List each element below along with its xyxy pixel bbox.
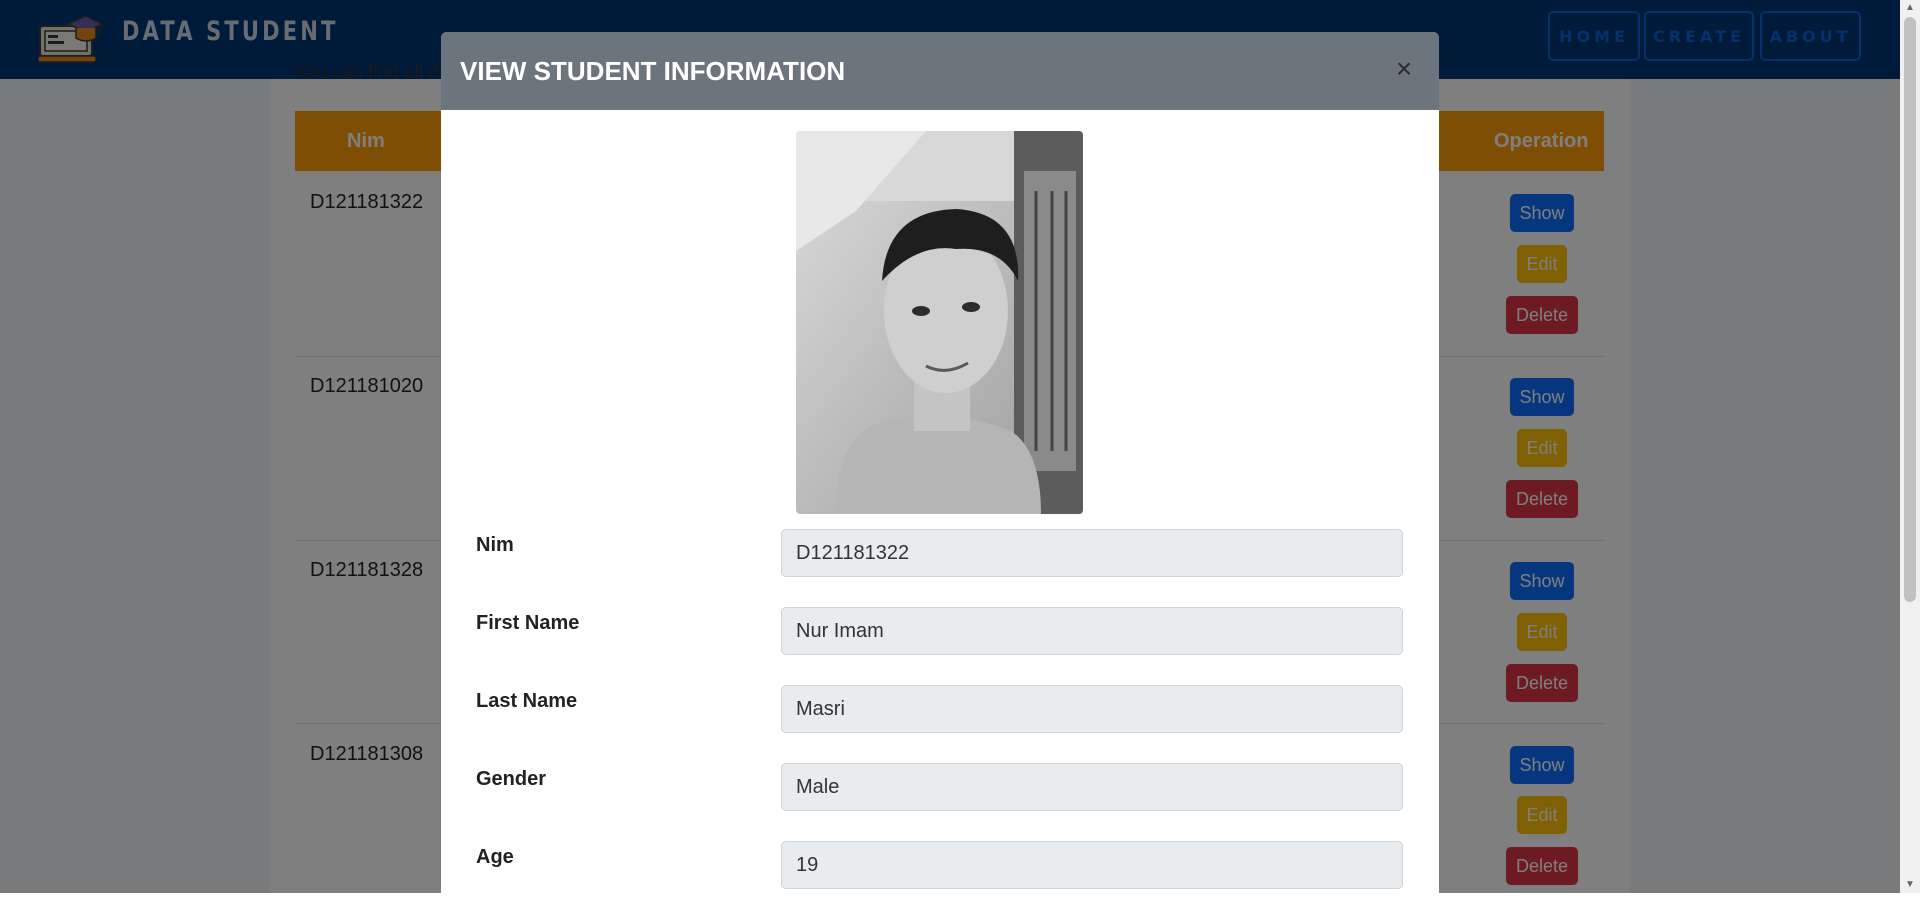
gender-field[interactable] [781, 763, 1403, 811]
field-label-last-name: Last Name [476, 690, 578, 712]
field-label-nim: Nim [476, 534, 514, 556]
view-student-modal: VIEW STUDENT INFORMATION × Nim D12118132… [441, 32, 1439, 912]
modal-header: VIEW STUDENT INFORMATION × [441, 32, 1439, 110]
student-photo [796, 131, 1083, 514]
close-icon[interactable]: × [1387, 52, 1421, 86]
scroll-down-icon[interactable]: ▼ [1900, 877, 1920, 893]
age-field[interactable] [781, 841, 1403, 889]
page-scrollbar[interactable]: ▲ ▼ [1900, 0, 1920, 893]
scroll-up-icon[interactable]: ▲ [1900, 0, 1920, 16]
field-label-age: Age [476, 846, 514, 868]
field-label-first-name: First Name [476, 612, 580, 634]
scroll-thumb[interactable] [1904, 17, 1916, 602]
nim-field[interactable] [781, 529, 1403, 577]
modal-title: VIEW STUDENT INFORMATION [460, 56, 846, 86]
first-name-field[interactable] [781, 607, 1403, 655]
last-name-field[interactable] [781, 685, 1403, 733]
field-label-gender: Gender [476, 768, 547, 790]
